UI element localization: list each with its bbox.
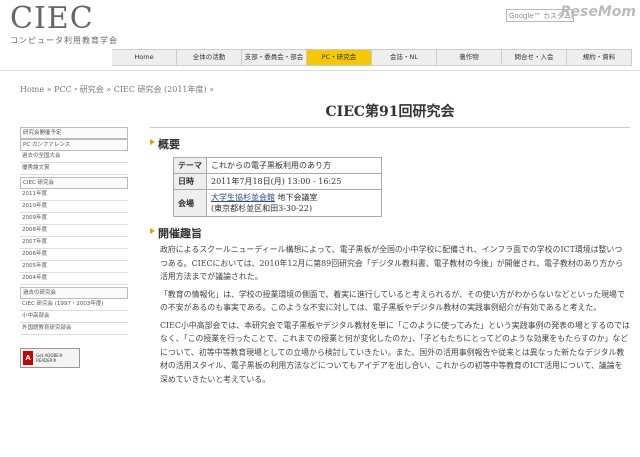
purpose-paragraph: CIEC小中高部会では、本研究会で電子黒板やデジタル教材を単に「このように使って…: [160, 320, 630, 384]
nav-item[interactable]: 著作物: [437, 50, 502, 65]
nav-item[interactable]: 会誌・NL: [372, 50, 437, 65]
adobe-icon: A: [23, 351, 34, 365]
overview-heading: 概要: [150, 136, 630, 152]
purpose-heading: 開催趣旨: [150, 225, 630, 241]
row-value: これからの電子黒板利用のあり方: [206, 157, 382, 174]
sidebar-item[interactable]: 優秀論文賞: [20, 163, 128, 175]
table-row: 会場 大学生協杉並会館 地下会議室 (東京都杉並区和田3-30-22): [173, 189, 382, 217]
adobe-text: Get ADOBE® READER®: [36, 353, 63, 363]
venue-link[interactable]: 大学生協杉並会館: [211, 193, 275, 202]
row-value: 2011年7月18日(月) 13:00 - 16:25: [206, 173, 382, 190]
main-content: CIEC第91回研究会 概要 テーマ これからの電子黒板利用のあり方 日時 20…: [150, 101, 630, 390]
sidebar-item[interactable]: 研究会開催予定: [20, 127, 128, 139]
row-value: 大学生協杉並会館 地下会議室 (東京都杉並区和田3-30-22): [206, 189, 382, 217]
overview-table: テーマ これからの電子黒板利用のあり方 日時 2011年7月18日(月) 13:…: [173, 157, 382, 217]
sidebar-item[interactable]: 2008年度: [20, 225, 128, 237]
nav-item[interactable]: PC・研究会: [307, 50, 372, 65]
sidebar-item[interactable]: 2004年度: [20, 273, 128, 285]
row-label: 会場: [173, 189, 207, 217]
sidebar-item[interactable]: 2007年度: [20, 237, 128, 249]
nav-item[interactable]: Home: [112, 50, 177, 65]
sidebar-item[interactable]: 2011年度: [20, 189, 128, 201]
nav-item[interactable]: 問合せ・入会: [502, 50, 567, 65]
site-logo[interactable]: CIEC コンピュータ利用教育学会: [10, 4, 118, 46]
breadcrumb: Home » PCC・研究会 » CIEC 研究会 (2011年度) »: [20, 85, 215, 94]
sidebar-item[interactable]: 過去の研究会: [20, 287, 128, 299]
purpose-paragraph: 「教育の情報化」は、学校の授業環境の側面で、着実に進行していると考えられるが、そ…: [160, 289, 625, 313]
nav-item[interactable]: 全体の活動: [177, 50, 242, 65]
divider: [0, 70, 640, 71]
venue-address: (東京都杉並区和田3-30-22): [211, 204, 313, 213]
table-row: テーマ これからの電子黒板利用のあり方: [173, 157, 382, 174]
purpose-body: 政府によるスクールニューディール構想によって、電子黒板が全国の小中学校に配備され…: [160, 243, 630, 386]
logo-title: CIEC: [10, 1, 94, 36]
venue-room: 地下会議室: [275, 193, 318, 202]
page-title: CIEC第91回研究会: [150, 101, 630, 128]
main-nav: Home 全体の活動 支部・委員会・部会 PC・研究会 会誌・NL 著作物 問合せ・入会 規約…: [112, 49, 632, 66]
row-label: テーマ: [173, 157, 207, 174]
adobe-reader-badge[interactable]: A Get ADOBE® READER®: [20, 348, 80, 368]
sidebar-item[interactable]: 2009年度: [20, 213, 128, 225]
sidebar-item[interactable]: 2006年度: [20, 249, 128, 261]
nav-item[interactable]: 規約・資料: [567, 50, 632, 65]
row-label: 日時: [173, 173, 207, 190]
sidebar-item[interactable]: 外国語教育研究部会: [20, 323, 128, 335]
sidebar-item[interactable]: CIEC 研究会 (1997・2003年度): [20, 299, 128, 311]
sidebar-item[interactable]: PC カンファレンス: [20, 139, 128, 151]
sidebar: 研究会開催予定 PC カンファレンス 過去の全国大会 優秀論文賞 CIEC 研究会 201…: [20, 127, 128, 335]
sidebar-item[interactable]: 小中高部会: [20, 311, 128, 323]
watermark-logo: ReseMom: [560, 4, 636, 20]
purpose-paragraph: 政府によるスクールニューディール構想によって、電子黒板が全国の小中学校に配備され…: [160, 245, 624, 281]
sidebar-item[interactable]: 過去の全国大会: [20, 151, 128, 163]
logo-subtitle: コンピュータ利用教育学会: [10, 36, 118, 45]
nav-item[interactable]: 支部・委員会・部会: [242, 50, 307, 65]
sidebar-item[interactable]: CIEC 研究会: [20, 177, 128, 189]
table-row: 日時 2011年7月18日(月) 13:00 - 16:25: [173, 173, 382, 190]
sidebar-item[interactable]: 2010年度: [20, 201, 128, 213]
sidebar-item[interactable]: 2005年度: [20, 261, 128, 273]
